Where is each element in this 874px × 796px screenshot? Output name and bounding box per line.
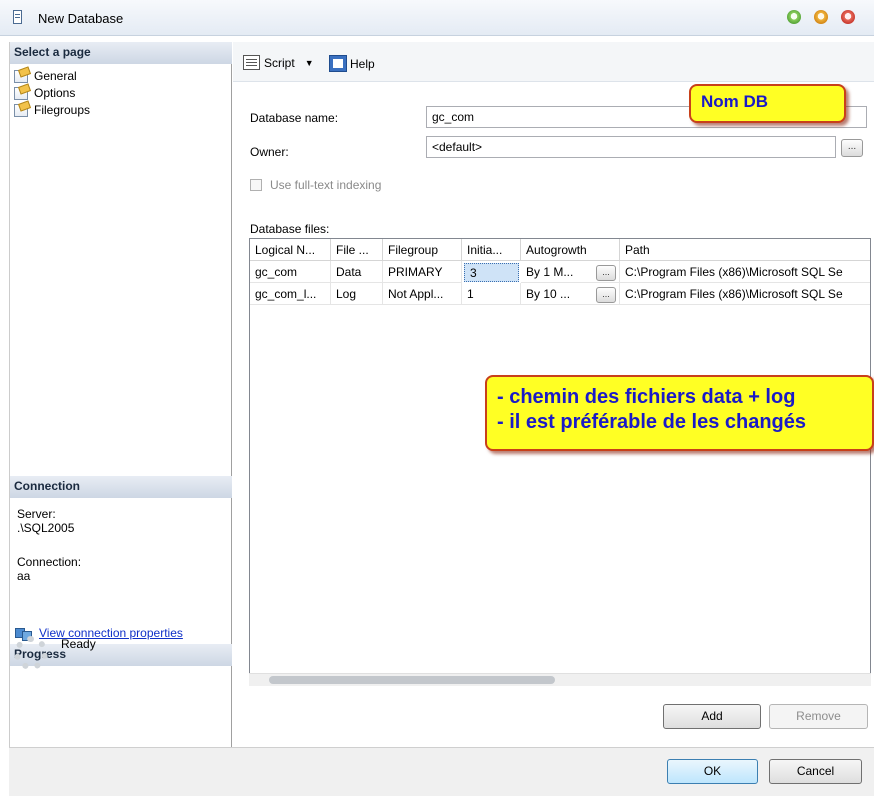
column-header[interactable]: Filegroup bbox=[383, 239, 462, 261]
title-bar: New Database bbox=[0, 0, 874, 36]
owner-label: Owner: bbox=[250, 145, 289, 159]
table-cell[interactable]: Data bbox=[331, 261, 383, 283]
callout-paths: - chemin des fichiers data + log - il es… bbox=[485, 375, 874, 451]
script-icon bbox=[243, 55, 260, 70]
chevron-down-icon[interactable]: ▼ bbox=[305, 58, 314, 68]
ok-button[interactable]: OK bbox=[667, 759, 758, 784]
page-item-filegroups[interactable]: Filegroups bbox=[14, 100, 90, 121]
connection-header: Connection bbox=[10, 476, 232, 498]
page-item-label: Filegroups bbox=[34, 103, 91, 117]
database-window-icon bbox=[13, 10, 22, 24]
column-header[interactable]: Autogrowth bbox=[521, 239, 620, 261]
callout-line: - chemin des fichiers data + log bbox=[497, 386, 796, 408]
remove-button[interactable]: Remove bbox=[769, 704, 868, 729]
database-files-label: Database files: bbox=[250, 222, 330, 236]
table-cell[interactable]: C:\Program Files (x86)\Microsoft SQL Se bbox=[620, 261, 870, 283]
callout-line: - il est préférable de les changés bbox=[497, 411, 807, 433]
window-title: New Database bbox=[38, 11, 124, 26]
script-button[interactable]: Script ▼ bbox=[243, 55, 314, 70]
progress-status: Ready bbox=[61, 637, 96, 651]
page-icon bbox=[14, 87, 28, 100]
table-cell[interactable]: C:\Program Files (x86)\Microsoft SQL Se bbox=[620, 283, 870, 305]
server-label: Server: bbox=[17, 507, 56, 521]
horizontal-scrollbar[interactable] bbox=[249, 673, 871, 686]
close-button[interactable] bbox=[841, 10, 855, 24]
checkbox-box[interactable] bbox=[250, 179, 262, 191]
column-header[interactable]: Initia... bbox=[462, 239, 521, 261]
column-header[interactable]: Logical N... bbox=[250, 239, 331, 261]
owner-input[interactable]: <default> bbox=[426, 136, 836, 158]
page-list: General Options Filegroups bbox=[14, 66, 90, 121]
autogrowth-browse-button[interactable]: ... bbox=[596, 265, 616, 281]
help-label: Help bbox=[350, 56, 375, 71]
connection-label: Connection: bbox=[17, 555, 82, 569]
fulltext-checkbox[interactable]: Use full-text indexing bbox=[250, 178, 381, 192]
minimize-button[interactable] bbox=[787, 10, 801, 24]
table-cell[interactable]: gc_com bbox=[250, 261, 331, 283]
database-files-grid[interactable]: Logical N... File ... Filegroup Initia..… bbox=[249, 238, 871, 686]
table-cell[interactable]: Not Appl... bbox=[383, 283, 462, 305]
fulltext-label: Use full-text indexing bbox=[270, 178, 382, 192]
scrollbar-thumb[interactable] bbox=[269, 676, 555, 684]
left-panel: Select a page General Options Filegroups… bbox=[9, 42, 232, 747]
callout-nom-db: Nom DB bbox=[689, 84, 846, 123]
database-name-label: Database name: bbox=[250, 111, 339, 125]
owner-browse-button[interactable]: ... bbox=[841, 139, 863, 157]
maximize-button[interactable] bbox=[814, 10, 828, 24]
column-header[interactable]: File ... bbox=[331, 239, 383, 261]
table-cell[interactable]: gc_com_l... bbox=[250, 283, 331, 305]
toolbar: Script ▼ Help bbox=[233, 42, 874, 82]
server-value: .\SQL2005 bbox=[17, 521, 75, 535]
autogrowth-browse-button[interactable]: ... bbox=[596, 287, 616, 303]
help-icon bbox=[329, 55, 347, 72]
cancel-button[interactable]: Cancel bbox=[769, 759, 862, 784]
progress-spinner-icon bbox=[14, 636, 48, 670]
callout-nom-db-text: Nom DB bbox=[701, 92, 769, 111]
table-cell[interactable]: 3 bbox=[464, 263, 519, 282]
column-header[interactable]: Path bbox=[620, 239, 870, 261]
page-icon bbox=[14, 70, 28, 83]
script-label: Script bbox=[264, 55, 295, 70]
select-page-header: Select a page bbox=[10, 42, 232, 64]
add-button[interactable]: Add bbox=[663, 704, 761, 729]
table-cell[interactable]: 1 bbox=[462, 283, 521, 305]
table-cell[interactable]: PRIMARY bbox=[383, 261, 462, 283]
table-cell[interactable]: Log bbox=[331, 283, 383, 305]
connection-value: aa bbox=[17, 569, 31, 583]
page-icon bbox=[14, 104, 28, 117]
help-button[interactable]: Help bbox=[329, 55, 375, 72]
